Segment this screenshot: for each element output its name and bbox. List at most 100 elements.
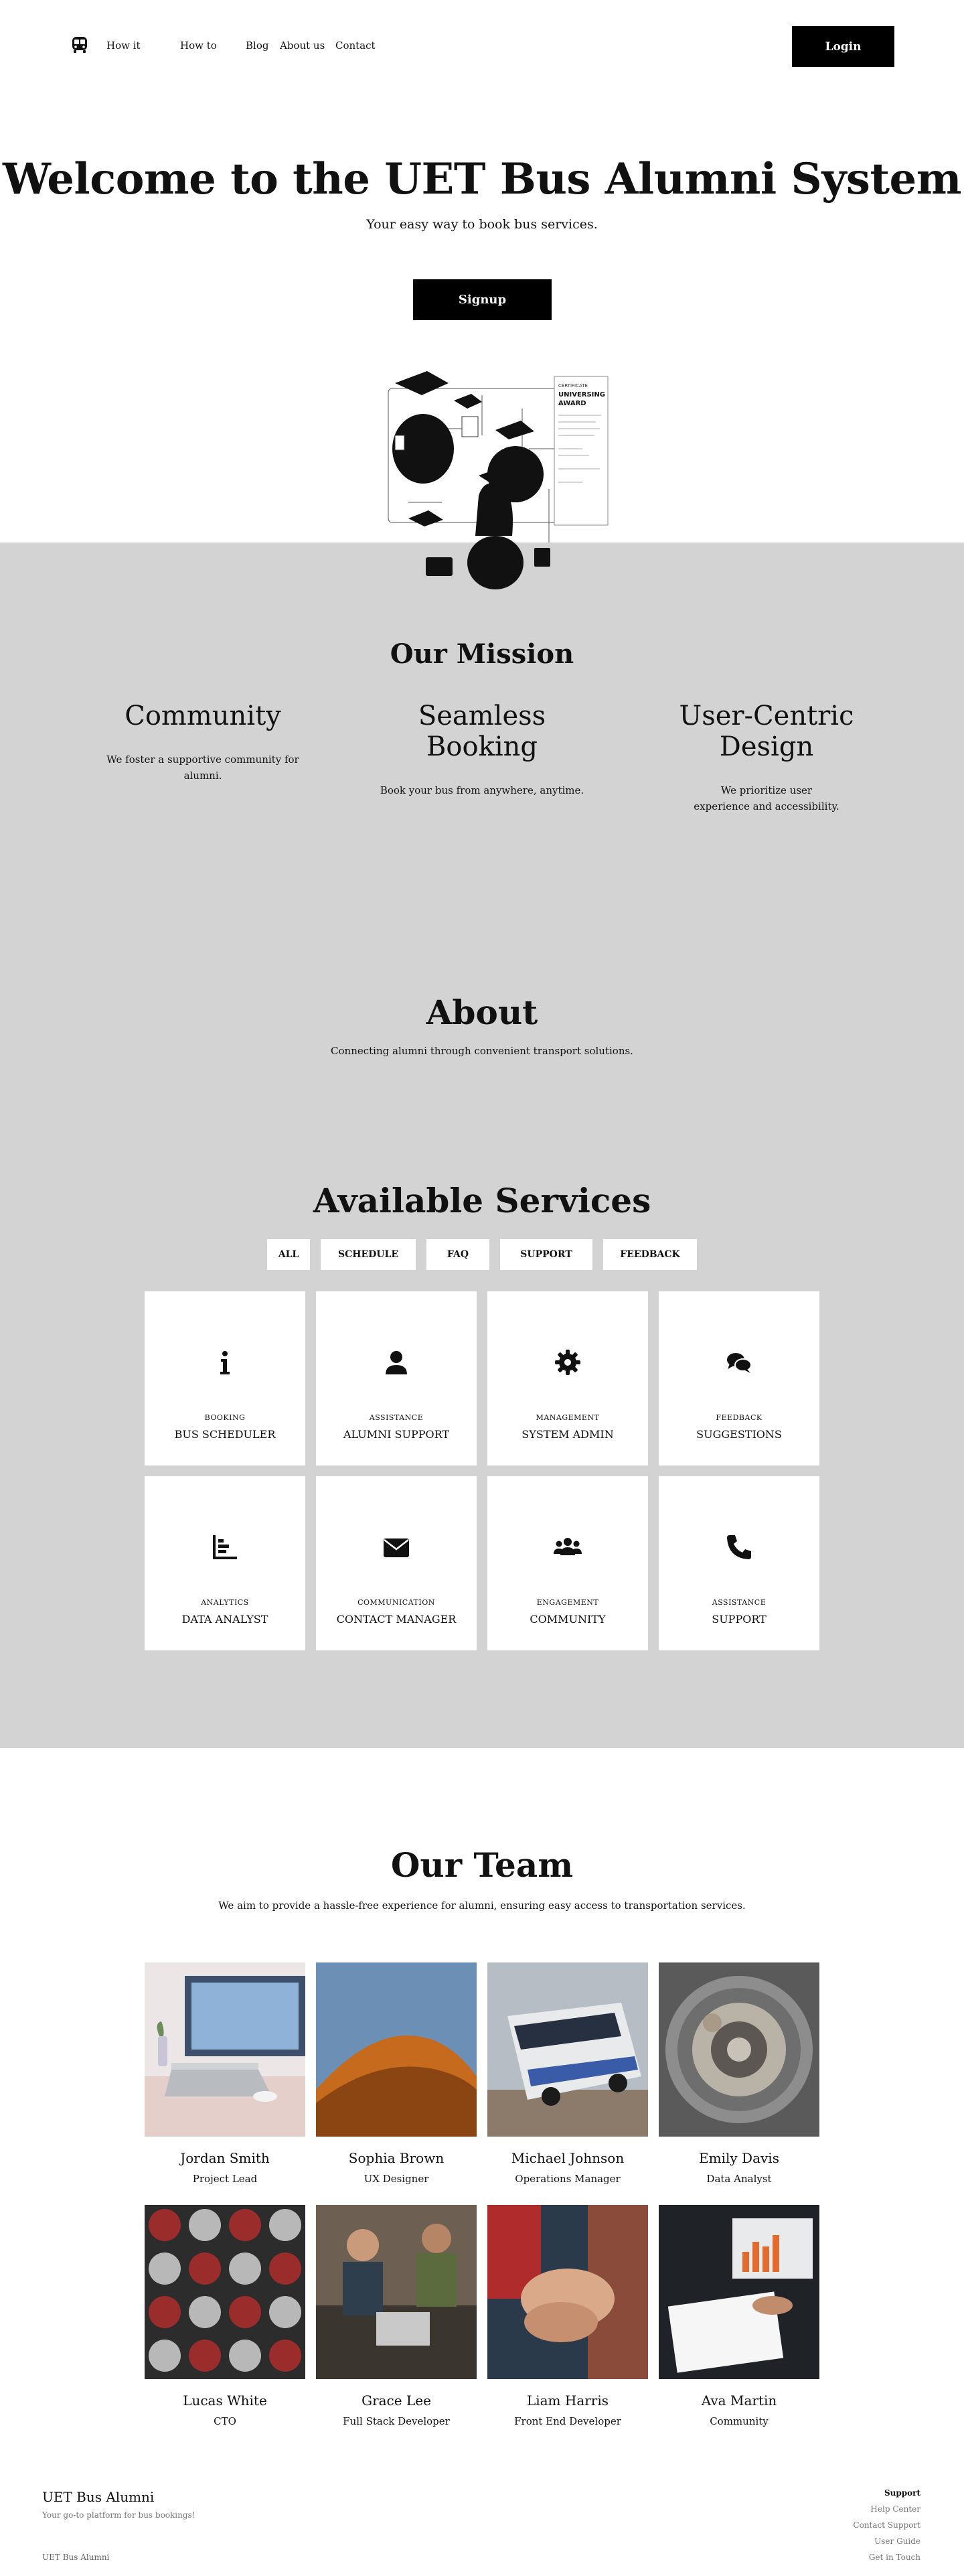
member-name: Lucas White [183, 2392, 267, 2409]
hero-section: Welcome to the UET Bus Alumni System You… [0, 94, 964, 589]
filter-all[interactable]: ALL [267, 1239, 310, 1270]
coworkers-photo [316, 2205, 477, 2379]
filter-schedule[interactable]: SCHEDULE [321, 1239, 416, 1270]
member-name: Sophia Brown [348, 2150, 445, 2166]
nav-link-contact[interactable]: Contact [335, 40, 376, 52]
service-name: SYSTEM ADMIN [521, 1428, 614, 1441]
hands-together-photo [487, 2205, 648, 2379]
about-title: About [426, 993, 538, 1032]
footer-link-user-guide[interactable]: User Guide [853, 2533, 920, 2549]
service-card-bus-scheduler[interactable]: BOOKING BUS SCHEDULER [145, 1291, 305, 1465]
nav-link-how-it[interactable]: How it [106, 40, 180, 52]
member-role: Data Analyst [706, 2173, 772, 2185]
member-name: Ava Martin [701, 2392, 777, 2409]
phone-icon [727, 1535, 751, 1559]
mission-column-title: Seamless Booking [418, 701, 546, 762]
watch-mechanism-photo [659, 1962, 819, 2137]
laptop-desk-photo [145, 1962, 305, 2137]
mission-column-text: Book your bus from anywhere, anytime. [380, 784, 584, 796]
service-card-alumni-support[interactable]: ASSISTANCE ALUMNI SUPPORT [316, 1291, 477, 1465]
service-category: MANAGEMENT [536, 1413, 600, 1422]
service-filter-bar: ALL SCHEDULE FAQ SUPPORT FEEDBACK [0, 1239, 964, 1270]
footer-tagline: Your go-to platform for bus bookings! [42, 2510, 195, 2520]
member-role: Full Stack Developer [343, 2415, 450, 2427]
member-name: Michael Johnson [511, 2150, 625, 2166]
mission-column-title: Community [125, 701, 281, 731]
certificate-icon: CERTIFICATE UNIVERSING AWARD [554, 376, 609, 526]
team-member-card: Michael Johnson Operations Manager [487, 1962, 648, 2185]
filter-support[interactable]: SUPPORT [500, 1239, 592, 1270]
svg-text:CERTIFICATE: CERTIFICATE [558, 383, 588, 388]
nav-link-about-us[interactable]: About us [280, 40, 335, 52]
desert-dune-photo [316, 1962, 477, 2137]
mission-column-text: We prioritize user experience and access… [694, 784, 839, 812]
footer-brand: UET Bus Alumni [42, 2489, 155, 2505]
service-category: BOOKING [204, 1413, 246, 1422]
member-name: Liam Harris [526, 2392, 609, 2409]
users-icon [554, 1538, 582, 1555]
mission-about-services-section: Our Mission Community We foster a suppor… [0, 543, 964, 1748]
member-name: Grace Lee [362, 2392, 431, 2409]
service-name: COMMUNITY [530, 1613, 606, 1626]
info-icon [220, 1351, 230, 1374]
member-name: Jordan Smith [180, 2150, 270, 2166]
service-card-support[interactable]: ASSISTANCE SUPPORT [659, 1476, 819, 1650]
service-card-system-admin[interactable]: MANAGEMENT SYSTEM ADMIN [487, 1291, 648, 1465]
service-category: ASSISTANCE [369, 1413, 424, 1422]
team-member-card: Liam Harris Front End Developer [487, 2205, 648, 2427]
member-role: UX Designer [364, 2173, 429, 2185]
svg-text:UNIVERSING: UNIVERSING [558, 391, 605, 399]
comments-icon [727, 1353, 752, 1373]
service-category: ENGAGEMENT [536, 1598, 599, 1607]
hero-subtitle: Your easy way to book bus services. [366, 217, 598, 232]
service-name: CONTACT MANAGER [336, 1613, 457, 1626]
envelope-icon [384, 1539, 409, 1557]
member-name: Emily Davis [699, 2150, 779, 2166]
top-nav: How it How to Blog About us Contact Logi… [0, 0, 964, 94]
service-name: DATA ANALYST [181, 1613, 268, 1626]
service-category: COMMUNICATION [357, 1598, 435, 1607]
service-card-contact-manager[interactable]: COMMUNICATION CONTACT MANAGER [316, 1476, 477, 1650]
service-card-community[interactable]: ENGAGEMENT COMMUNITY [487, 1476, 648, 1650]
signup-button[interactable]: Signup [413, 279, 552, 320]
laptop-chart-photo [659, 2205, 819, 2379]
service-card-suggestions[interactable]: FEEDBACK SUGGESTIONS [659, 1291, 819, 1465]
service-category: FEEDBACK [716, 1413, 762, 1422]
member-role: Operations Manager [515, 2173, 621, 2185]
nav-link-how-to[interactable]: How to [180, 40, 246, 52]
user-icon [386, 1351, 407, 1374]
mission-column-community: Community We foster a supportive communi… [89, 701, 317, 784]
login-button[interactable]: Login [792, 26, 894, 67]
filter-faq[interactable]: FAQ [426, 1239, 489, 1270]
site-footer: UET Bus Alumni Your go-to platform for b… [0, 2485, 964, 2576]
hero-title: Welcome to the UET Bus Alumni System [3, 154, 961, 204]
service-card-data-analyst[interactable]: ANALYTICS DATA ANALYST [145, 1476, 305, 1650]
footer-link-get-in-touch[interactable]: Get in Touch [853, 2549, 920, 2565]
service-name: SUGGESTIONS [696, 1428, 782, 1441]
mission-column-title: User-Centric Design [679, 701, 854, 762]
footer-support-heading: Support [884, 2488, 920, 2498]
team-section: Our Team We aim to provide a hassle-free… [0, 1748, 964, 2485]
team-member-card: Sophia Brown UX Designer [316, 1962, 477, 2185]
bus-logo-icon[interactable] [70, 35, 90, 55]
nav-link-blog[interactable]: Blog [246, 40, 280, 52]
svg-text:AWARD: AWARD [558, 400, 586, 407]
team-member-card: Lucas White CTO [145, 2205, 305, 2427]
footer-support-links: Support Help Center Contact Support User… [853, 2485, 920, 2565]
mission-column-booking: Seamless Booking Book your bus from anyw… [368, 701, 596, 798]
member-role: Front End Developer [514, 2415, 621, 2427]
member-role: CTO [214, 2415, 236, 2427]
services-title: Available Services [313, 1181, 651, 1220]
footer-copyright: UET Bus Alumni [42, 2553, 110, 2562]
service-name: ALUMNI SUPPORT [343, 1428, 450, 1441]
footer-link-help-center[interactable]: Help Center [853, 2501, 920, 2517]
service-category: ANALYTICS [201, 1598, 249, 1607]
team-member-card: Grace Lee Full Stack Developer [316, 2205, 477, 2427]
team-member-card: Emily Davis Data Analyst [659, 1962, 819, 2185]
helmets-photo [145, 2205, 305, 2379]
filter-feedback[interactable]: FEEDBACK [603, 1239, 697, 1270]
mission-title: Our Mission [390, 638, 574, 670]
footer-link-contact-support[interactable]: Contact Support [853, 2517, 920, 2533]
gear-icon [555, 1350, 580, 1375]
service-name: BUS SCHEDULER [174, 1428, 276, 1441]
